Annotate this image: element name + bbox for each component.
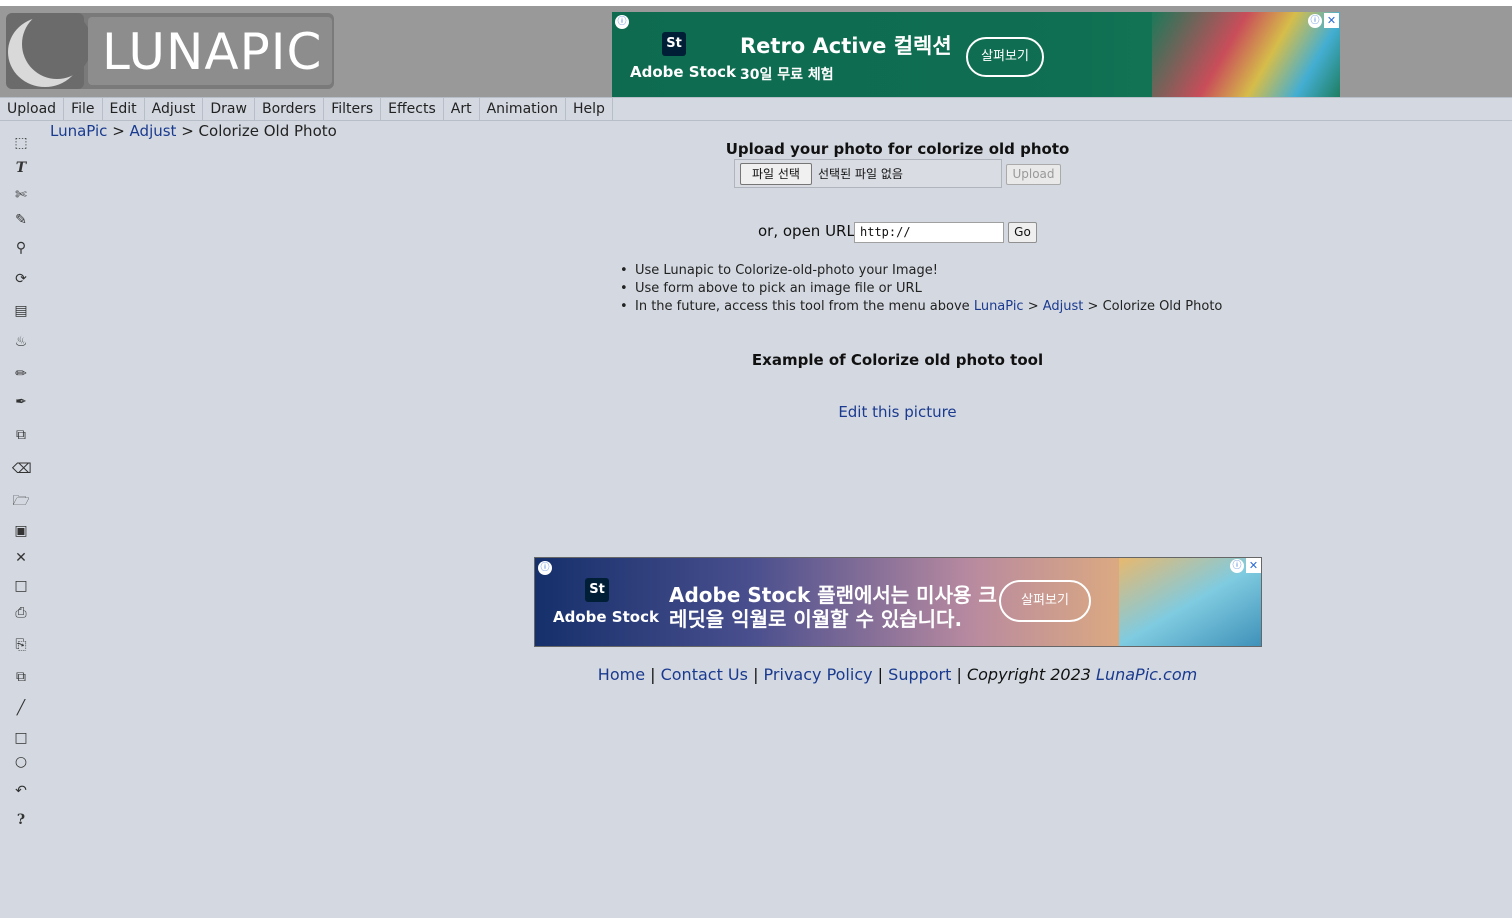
ad-close-icon[interactable]: ✕ [1246, 558, 1261, 573]
menu-adjust[interactable]: Adjust [145, 98, 204, 120]
lunapic-logo[interactable]: LUNAPIC [6, 13, 334, 89]
paste-icon[interactable]: ⎘ [12, 636, 30, 654]
footer-contact-link[interactable]: Contact Us [661, 665, 748, 684]
adobe-stock-logo: St [585, 578, 609, 602]
tip-link-lunapic[interactable]: LunaPic [974, 299, 1024, 314]
url-label: or, open URL [758, 222, 855, 240]
tip-item: Use form above to pick an image file or … [620, 280, 1222, 298]
menu-help[interactable]: Help [566, 98, 613, 120]
breadcrumb: LunaPic > Adjust > Colorize Old Photo [50, 122, 337, 140]
pencil-icon[interactable]: ✎ [12, 211, 30, 229]
tip-item: In the future, access this tool from the… [620, 298, 1222, 316]
help-icon[interactable]: ? [12, 811, 30, 829]
ad-headline: Retro Active 컬렉션 [740, 34, 952, 58]
ad-brand: Adobe Stock [553, 608, 659, 626]
rectangle-icon[interactable]: □ [12, 729, 30, 747]
footer-home-link[interactable]: Home [598, 665, 645, 684]
ad-cta-button[interactable]: 살펴보기 [966, 37, 1044, 77]
layers-icon[interactable]: ⧉ [12, 426, 30, 444]
line-icon[interactable]: ╱ [12, 699, 30, 717]
upload-title: Upload your photo for colorize old photo [725, 140, 1070, 158]
print-icon[interactable]: ⎙ [12, 604, 30, 622]
edit-picture-link: Edit this picture [0, 403, 1512, 421]
undo-icon[interactable]: ↶ [12, 782, 30, 800]
breadcrumb-current: Colorize Old Photo [198, 122, 337, 140]
bottom-ad-banner[interactable]: ⓘ St Adobe Stock Adobe Stock 플랜에서는 미사용 크… [534, 557, 1262, 647]
top-ad-banner[interactable]: ⓘ St Adobe Stock Retro Active 컬렉션 30일 무료… [612, 12, 1340, 102]
ad-headline-line2: 레딧을 익월로 이월할 수 있습니다. [669, 607, 963, 631]
ad-brand: Adobe Stock [630, 63, 736, 81]
breadcrumb-separator: > [107, 122, 130, 140]
fill-bucket-icon[interactable]: ♨ [12, 333, 30, 351]
gradient-icon[interactable]: ▤ [12, 302, 30, 320]
footer-support-link[interactable]: Support [888, 665, 951, 684]
file-status: 선택된 파일 없음 [818, 167, 903, 181]
scissors-icon[interactable]: ✄ [12, 186, 30, 204]
menu-file[interactable]: File [64, 98, 103, 120]
ad-info-icon[interactable]: ⓘ [1308, 14, 1322, 28]
adobe-stock-logo: St [662, 32, 686, 56]
rotate-icon[interactable]: ⟳ [12, 270, 30, 288]
upload-button[interactable]: Upload [1006, 164, 1061, 185]
footer-lunapic-link[interactable]: LunaPic.com [1096, 665, 1197, 684]
open-folder-icon[interactable]: 🗁 [12, 492, 30, 510]
menu-filters[interactable]: Filters [324, 98, 382, 120]
logo-wordmark: LUNAPIC [88, 17, 332, 85]
menu-animation[interactable]: Animation [480, 98, 566, 120]
eraser-icon[interactable]: ⌫ [12, 460, 32, 478]
close-icon[interactable]: ✕ [12, 549, 30, 567]
menu-upload[interactable]: Upload [0, 98, 65, 120]
new-file-icon[interactable]: □ [12, 577, 30, 595]
url-input[interactable]: http:// [854, 222, 1004, 243]
moon-icon [6, 13, 92, 89]
breadcrumb-separator: > [176, 122, 199, 140]
choose-file-button[interactable]: 파일 선택 [740, 163, 812, 185]
tip-link-adjust[interactable]: Adjust [1043, 299, 1084, 314]
tool-sidebar: ⬚ T ✄ ✎ ⚲ ⟳ ▤ ♨ ✏ ✒ ⧉ ⌫ 🗁 ▣ ✕ □ ⎙ ⎘ ⧉ ╱ … [0, 122, 42, 918]
logo-text: LUNAPIC [102, 23, 323, 81]
ad-cta-button[interactable]: 살펴보기 [999, 580, 1091, 622]
menu-edit[interactable]: Edit [103, 98, 145, 120]
ad-subheadline: 30일 무료 체험 [740, 67, 834, 83]
save-icon[interactable]: ▣ [12, 522, 30, 540]
file-input[interactable]: 파일 선택 선택된 파일 없음 [734, 159, 1002, 188]
menu-art[interactable]: Art [444, 98, 480, 120]
menu-bar: Upload File Edit Adjust Draw Borders Fil… [0, 97, 1512, 121]
circle-icon[interactable]: ○ [12, 753, 30, 771]
ad-close-icon[interactable]: ✕ [1324, 13, 1339, 28]
edit-this-picture[interactable]: Edit this picture [838, 403, 956, 421]
ad-info-icon[interactable]: ⓘ [1230, 559, 1244, 573]
text-icon[interactable]: T [12, 159, 30, 177]
breadcrumb-adjust[interactable]: Adjust [130, 122, 177, 140]
tips-list: Use Lunapic to Colorize-old-photo your I… [620, 262, 1222, 316]
example-title: Example of Colorize old photo tool [751, 351, 1044, 369]
menu-effects[interactable]: Effects [381, 98, 444, 120]
menu-borders[interactable]: Borders [255, 98, 325, 120]
copyright: Copyright 2023 LunaPic.com [966, 665, 1198, 684]
menu-draw[interactable]: Draw [203, 98, 255, 120]
footer-privacy-link[interactable]: Privacy Policy [764, 665, 873, 684]
tip-item: Use Lunapic to Colorize-old-photo your I… [620, 262, 1222, 280]
breadcrumb-lunapic[interactable]: LunaPic [50, 122, 107, 140]
header: LUNAPIC ⓘ St Adobe Stock Retro Active 컬렉… [0, 6, 1512, 102]
ad-choices-icon[interactable]: ⓘ [615, 15, 629, 29]
zoom-icon[interactable]: ⚲ [12, 239, 30, 257]
go-button[interactable]: Go [1008, 222, 1037, 243]
footer: Home | Contact Us | Privacy Policy | Sup… [597, 665, 1198, 684]
ad-choices-icon[interactable]: ⓘ [538, 561, 552, 575]
